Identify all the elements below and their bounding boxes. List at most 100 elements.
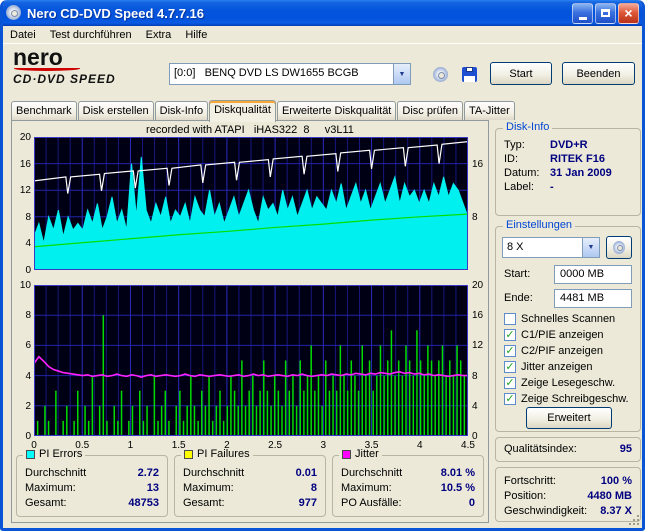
tab-bar: Benchmark Disk erstellen Disk-Info Diskqual… [11,100,641,122]
stat-value: 977 [298,497,317,509]
stat-label: Maximum: [183,482,234,494]
checkbox-label: C2/PIF anzeigen [521,345,603,357]
app-window: Nero CD-DVD Speed 4.7.7.16 × Datei Test d… [0,0,645,531]
progress-label: Fortschritt: [504,475,556,487]
stat-label: Durchschnitt [183,467,245,479]
stat-row: Durchschnitt 8.01 % [341,466,475,480]
progress-box: Fortschritt: 100 % Position: 4480 MB Geschwi… [495,467,641,522]
tab-erweiterte-diskqualit-t[interactable]: Erweiterte Diskqualität [276,101,397,120]
quality-index-label: Qualitätsindex: [504,443,577,455]
stat-label: Durchschnitt [341,467,403,479]
checkbox-c1-pie-anzeigen[interactable]: ✓ C1/PIE anzeigen [504,329,604,341]
stat-box-pi-failures: PI Failures Durchschnitt 0.01 Maximum: 8 Gesa… [174,448,326,517]
disc-refresh-icon [613,241,625,254]
stat-row: Gesamt: 48753 [25,496,159,510]
y-axis-tick-left: 8 [25,211,31,223]
tab-benchmark[interactable]: Benchmark [11,101,77,120]
progress-row: Position: 4480 MB [504,489,632,503]
start-button[interactable]: Start [490,62,552,85]
maximize-button[interactable] [595,2,616,24]
disk-info-label: Datum: [504,167,540,179]
disk-info-row: Label: - [504,181,634,195]
y-axis-tick-right: 12 [472,340,484,352]
checkbox-box[interactable]: ✓ [504,329,516,341]
checkbox-jitter-anzeigen[interactable]: ✓ Jitter anzeigen [504,361,593,373]
checkbox-label: Schnelles Scannen [521,313,616,325]
y-axis-tick-left: 6 [25,340,31,352]
close-button[interactable]: × [618,2,639,24]
stat-row: PO Ausfälle: 0 [341,496,475,510]
menu-item-datei[interactable]: Datei [3,28,43,42]
pi-errors-graph [34,137,468,270]
x-axis-tick: 4 [416,440,423,451]
stat-row: Gesamt: 977 [183,496,317,510]
disk-info-label: ID: [504,153,519,165]
stat-label: Gesamt: [25,497,67,509]
minimize-button[interactable] [572,2,593,24]
window-title: Nero CD-DVD Speed 4.7.7.16 [27,5,205,21]
refresh-disc-button[interactable] [606,236,632,259]
drive-select[interactable]: [0:0] BENQ DVD LS DW1655 BCGB ▼ [169,63,411,85]
nero-wordmark: nero [13,44,63,70]
settings-group: Einstellungen 8 X ▼ Start: 0000 MB Ende:… [495,219,641,432]
disk-info-value: RITEK F16 [550,153,606,165]
checkbox-c2-pif-anzeigen[interactable]: ✓ C2/PIF anzeigen [504,345,603,357]
checkbox-schnelles-scannen[interactable]: Schnelles Scannen [504,313,615,325]
stat-value: 0 [468,497,475,509]
chevron-down-icon[interactable]: ▼ [393,64,410,84]
checkbox-box[interactable]: ✓ [504,361,516,373]
checkbox-label: Jitter anzeigen [521,361,593,373]
tab-disc-pr-fen[interactable]: Disc prüfen [397,101,464,120]
stat-value: 2.72 [137,467,159,479]
checkbox-label: C1/PIE anzeigen [521,329,604,341]
stat-row: Maximum: 10.5 % [341,481,475,495]
resize-grip[interactable] [628,514,640,526]
stat-value: 13 [146,482,159,494]
checkbox-box[interactable]: ✓ [504,393,516,405]
menu-item-hilfe[interactable]: Hilfe [178,28,214,42]
stat-value: 0.01 [295,467,317,479]
chevron-down-icon[interactable]: ▼ [582,238,599,257]
y-axis-tick-left: 12 [19,185,31,197]
disk-info-label: Typ: [504,139,525,151]
x-axis-tick: 4.5 [461,440,475,451]
disc-icon [432,66,448,82]
x-axis-tick: 1 [127,440,134,451]
quit-button[interactable]: Beenden [562,62,635,85]
tab-disk-info[interactable]: Disk-Info [154,101,209,120]
y-axis-tick-left: 8 [25,310,31,322]
speed-select[interactable]: 8 X ▼ [502,237,600,258]
save-button[interactable] [456,61,482,87]
y-axis-tick-right: 4 [472,400,478,412]
tab-diskqualit-t[interactable]: Diskqualität [209,100,276,122]
y-axis-tick-left: 4 [25,370,31,382]
menu-item-extra[interactable]: Extra [139,28,179,42]
y-axis-tick-left: 2 [25,400,31,412]
tab-disk-erstellen[interactable]: Disk erstellen [77,101,154,120]
checkbox-zeige-schreibgeschw[interactable]: ✓ Zeige Schreibgeschw. [504,393,629,405]
x-axis-tick: 2 [224,440,230,451]
y-axis-tick-right: 8 [472,370,478,382]
advanced-button[interactable]: Erweitert [526,407,612,429]
y-axis-tick-right: 16 [472,310,484,322]
end-position-field[interactable]: 4481 MB [554,289,632,308]
disk-info-value: DVD+R [550,139,588,151]
stat-row: Durchschnitt 0.01 [183,466,317,480]
checkbox-box[interactable] [504,313,516,325]
start-position-field[interactable]: 0000 MB [554,265,632,284]
quality-index-box: Qualitätsindex: 95 [495,437,641,462]
checkbox-box[interactable]: ✓ [504,345,516,357]
start-position-label: Start: [504,268,531,280]
menu-item-test-durchf-hren[interactable]: Test durchführen [43,28,139,42]
close-icon: × [624,5,633,21]
checkbox-box[interactable]: ✓ [504,377,516,389]
x-axis-tick: 3 [320,440,327,451]
tab-ta-jitter[interactable]: TA-Jitter [464,101,515,120]
stat-value: 48753 [128,497,159,509]
eject-disc-button[interactable] [427,61,453,87]
stat-value: 8.01 % [440,467,475,479]
y-axis-tick-left: 20 [19,132,31,143]
checkbox-zeige-lesegeschw[interactable]: ✓ Zeige Lesegeschw. [504,377,615,389]
y-axis-tick-left: 16 [19,158,31,170]
title-bar[interactable]: Nero CD-DVD Speed 4.7.7.16 × [3,0,642,26]
